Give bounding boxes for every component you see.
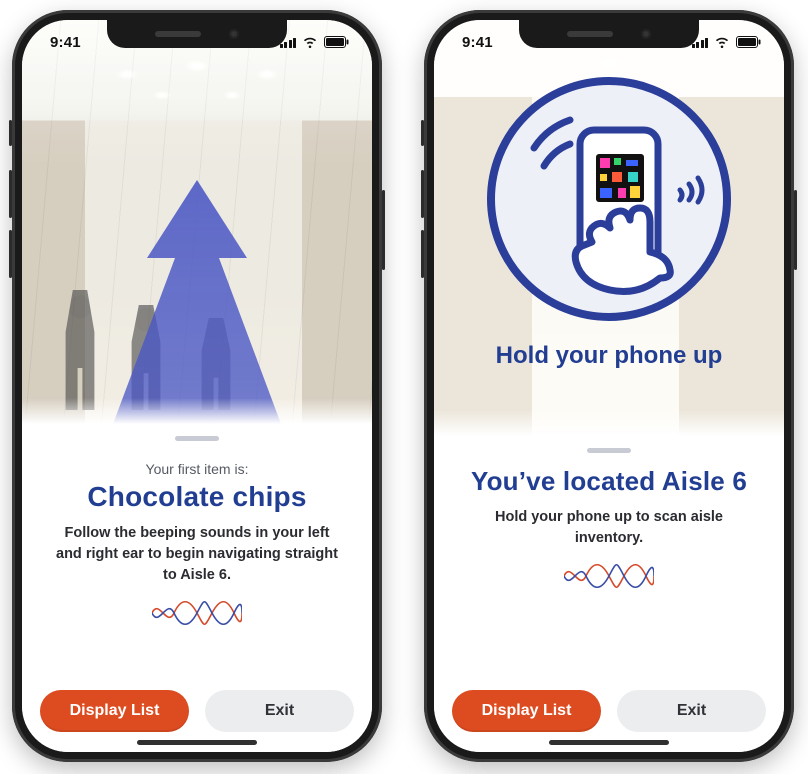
hold-phone-illustration xyxy=(484,74,734,324)
mockup-stage: 9:41 xyxy=(0,0,808,774)
action-button-row: Display List Exit xyxy=(22,690,372,732)
device-notch xyxy=(107,20,287,48)
wifi-icon xyxy=(714,36,730,48)
speaker-grille xyxy=(155,31,201,37)
wifi-icon xyxy=(302,36,318,48)
front-camera xyxy=(229,29,239,39)
power-button xyxy=(382,190,385,270)
instruction-text: Follow the beeping sounds in your left a… xyxy=(56,523,338,586)
mute-switch xyxy=(421,120,424,146)
status-time: 9:41 xyxy=(462,34,493,51)
bottom-sheet[interactable]: You’ve located Aisle 6 Hold your phone u… xyxy=(434,436,784,752)
drag-handle-icon[interactable] xyxy=(175,436,219,441)
volume-up-button xyxy=(9,170,12,218)
exit-button[interactable]: Exit xyxy=(617,690,766,732)
display-list-button[interactable]: Display List xyxy=(40,690,189,732)
sheet-fade xyxy=(434,410,784,436)
home-indicator[interactable] xyxy=(549,740,669,745)
speaker-grille xyxy=(567,31,613,37)
sheet-fade xyxy=(22,398,372,424)
device-frame-right: 9:41 xyxy=(424,10,794,762)
qr-code-icon xyxy=(596,154,644,202)
item-title: Chocolate chips xyxy=(50,481,344,513)
device-notch xyxy=(519,20,699,48)
screen-navigation: 9:41 xyxy=(22,20,372,752)
action-button-row: Display List Exit xyxy=(434,690,784,732)
status-icons xyxy=(280,36,351,48)
volume-down-button xyxy=(9,230,12,278)
home-indicator[interactable] xyxy=(137,740,257,745)
display-list-button[interactable]: Display List xyxy=(452,690,601,732)
battery-icon xyxy=(736,36,762,48)
audio-waveform-icon xyxy=(564,563,654,589)
drag-handle-icon[interactable] xyxy=(587,448,631,453)
volume-up-button xyxy=(421,170,424,218)
camera-viewfinder[interactable] xyxy=(22,20,372,438)
camera-viewfinder[interactable]: Hold your phone up xyxy=(434,20,784,448)
overlay-caption: Hold your phone up xyxy=(434,342,784,370)
bottom-sheet[interactable]: Your first item is: Chocolate chips Foll… xyxy=(22,424,372,752)
location-title: You’ve located Aisle 6 xyxy=(462,467,756,497)
mute-switch xyxy=(9,120,12,146)
screen-scan-prompt: 9:41 xyxy=(434,20,784,752)
front-camera xyxy=(641,29,651,39)
status-time: 9:41 xyxy=(50,34,81,51)
volume-down-button xyxy=(421,230,424,278)
instruction-text: Hold your phone up to scan aisle invento… xyxy=(468,507,750,549)
audio-waveform-icon xyxy=(152,600,242,626)
status-icons xyxy=(692,36,763,48)
item-eyebrow: Your first item is: xyxy=(50,461,344,477)
device-frame-left: 9:41 xyxy=(12,10,382,762)
exit-button[interactable]: Exit xyxy=(205,690,354,732)
battery-icon xyxy=(324,36,350,48)
power-button xyxy=(794,190,797,270)
